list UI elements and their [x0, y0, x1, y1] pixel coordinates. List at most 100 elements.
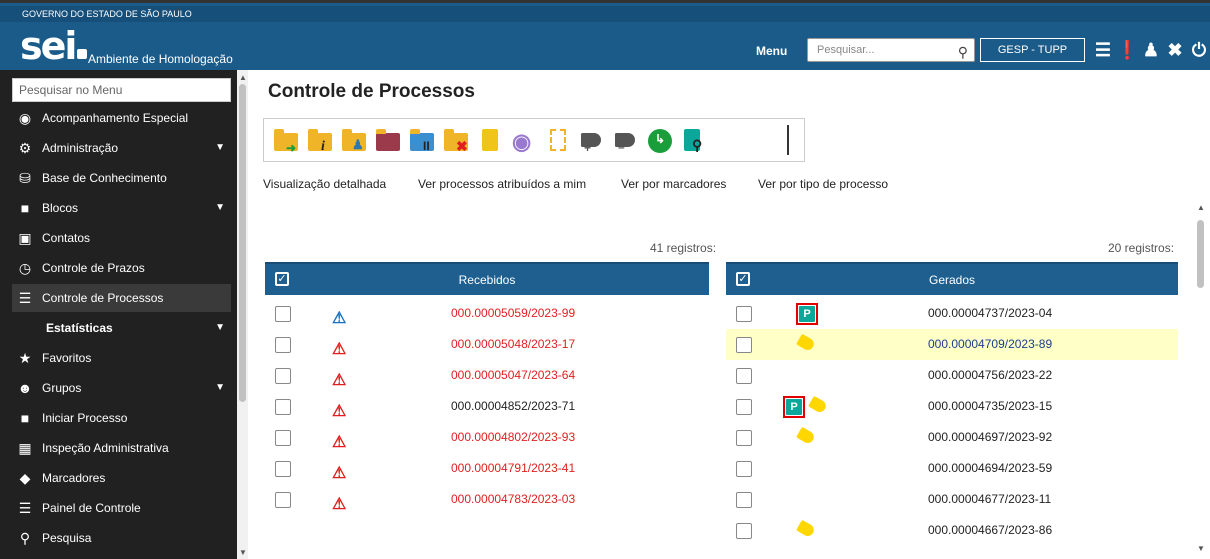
row-checkbox[interactable]: [736, 461, 752, 477]
assign-user-icon[interactable]: ♟: [340, 127, 368, 155]
sidebar-item-marcadores[interactable]: ◆ Marcadores: [12, 464, 231, 492]
sidebar-item-painel-controle[interactable]: ☰ Painel de Controle: [12, 494, 231, 522]
row-checkbox[interactable]: [275, 337, 291, 353]
new-document-icon[interactable]: [544, 127, 572, 155]
search-icon[interactable]: ⚲: [958, 41, 968, 63]
sidebar-item-blocos[interactable]: ■ Blocos ▼: [12, 194, 231, 222]
scroll-up-icon[interactable]: ▲: [1197, 203, 1205, 212]
suspend-icon[interactable]: II: [408, 127, 436, 155]
sidebar-item-inspecao[interactable]: ▦ Inspeção Administrativa: [12, 434, 231, 462]
table-row: ⚠ 000.00005059/2023-99: [265, 298, 709, 329]
row-checkbox[interactable]: [736, 368, 752, 384]
process-number-link[interactable]: 000.00004709/2023-89: [928, 329, 1052, 360]
sidebar-item-label: Administração: [42, 141, 119, 155]
process-number-link[interactable]: 000.00004677/2023-11: [928, 484, 1051, 515]
page-title: Controle de Processos: [268, 81, 475, 102]
search-icon: ⚲: [19, 530, 31, 546]
sidebar-item-grupos[interactable]: ☻ Grupos ▼: [12, 374, 231, 402]
user-icon[interactable]: ♟: [1140, 38, 1162, 62]
menu-search-input[interactable]: Pesquisar no Menu: [12, 78, 231, 102]
process-number-link[interactable]: 000.00005047/2023-64: [451, 360, 575, 391]
tag-icon[interactable]: [808, 395, 828, 415]
row-checkbox[interactable]: [736, 492, 752, 508]
power-icon[interactable]: ⏻: [1188, 38, 1210, 62]
link-assigned-to-me[interactable]: Ver processos atribuídos a mim: [418, 177, 586, 191]
sidebar-scrollbar[interactable]: ▲ ▼: [237, 70, 248, 559]
link-detailed-view[interactable]: Visualização detalhada: [263, 177, 386, 191]
process-number-link[interactable]: 000.00004802/2023-93: [451, 422, 575, 453]
sidebar-item-contatos[interactable]: ▣ Contatos: [12, 224, 231, 252]
process-info-icon[interactable]: i: [306, 127, 334, 155]
row-checkbox[interactable]: [736, 430, 752, 446]
view-icon[interactable]: ◉: [510, 127, 538, 155]
add-tag-icon[interactable]: +: [578, 127, 606, 155]
sidebar-item-iniciar-processo[interactable]: ■ Iniciar Processo: [12, 404, 231, 432]
row-checkbox[interactable]: [275, 461, 291, 477]
sidebar-item-favoritos[interactable]: ★ Favoritos: [12, 344, 231, 372]
sidebar-item-acompanhamento[interactable]: ◉ Acompanhamento Especial: [12, 104, 231, 132]
row-checkbox[interactable]: [275, 430, 291, 446]
tag-icon[interactable]: [796, 426, 816, 446]
tag-icon[interactable]: [796, 333, 816, 353]
process-number-link[interactable]: 000.00004783/2023-03: [451, 484, 575, 515]
process-number-link[interactable]: 000.00004852/2023-71: [451, 391, 575, 422]
unit-selector[interactable]: GESP - TUPP: [980, 38, 1085, 62]
search-input[interactable]: Pesquisar... ⚲: [807, 38, 975, 62]
process-number-link[interactable]: 000.00004735/2023-15: [928, 391, 1052, 422]
row-checkbox[interactable]: [275, 492, 291, 508]
sidebar-item-base-conhecimento[interactable]: ⛁ Base de Conhecimento: [12, 164, 231, 192]
search-process-icon[interactable]: ⚲: [680, 127, 708, 155]
scroll-down-icon[interactable]: ▼: [1197, 544, 1205, 553]
sidebar-item-estatisticas[interactable]: Estatísticas ▼: [12, 314, 231, 342]
government-bar: GOVERNO DO ESTADO DE SÃO PAULO: [0, 6, 1210, 22]
scroll-down-icon[interactable]: ▼: [239, 548, 247, 557]
sidebar-item-pesquisa[interactable]: ⚲ Pesquisa: [12, 524, 231, 552]
process-number-link[interactable]: 000.00004697/2023-92: [928, 422, 1052, 453]
row-checkbox[interactable]: [275, 306, 291, 322]
row-checkbox[interactable]: [275, 399, 291, 415]
tools-icon[interactable]: ✖: [1164, 38, 1186, 62]
warning-icon[interactable]: ⚠: [332, 489, 346, 520]
row-checkbox[interactable]: [736, 337, 752, 353]
close-process-icon[interactable]: ✖: [442, 127, 470, 155]
signed-document-glyph: P: [786, 399, 802, 415]
process-number-link[interactable]: 000.00004694/2023-59: [928, 453, 1052, 484]
menu-toggle-link[interactable]: Menu: [756, 44, 787, 58]
scroll-up-icon[interactable]: ▲: [239, 73, 247, 82]
row-checkbox[interactable]: [736, 523, 752, 539]
note-icon[interactable]: [476, 127, 504, 155]
tag-icon[interactable]: [796, 519, 816, 539]
process-number-link[interactable]: 000.00004737/2023-04: [928, 298, 1052, 329]
sidebar-item-label: Contatos: [42, 231, 91, 245]
row-checkbox[interactable]: [275, 368, 291, 384]
link-by-tags[interactable]: Ver por marcadores: [621, 177, 726, 191]
sei-logo[interactable]: sei: [20, 27, 88, 65]
process-number-link[interactable]: 000.00005048/2023-17: [451, 329, 575, 360]
sidebar-scroll-thumb[interactable]: [239, 84, 246, 402]
toolbar-divider: [787, 125, 789, 155]
signed-document-icon[interactable]: P: [783, 396, 805, 418]
main-scroll-thumb[interactable]: [1197, 220, 1204, 288]
table-row: ⚠ 000.00004852/2023-71: [265, 391, 709, 422]
process-number-link[interactable]: 000.00004791/2023-41: [451, 453, 575, 484]
alert-icon[interactable]: ❗: [1116, 38, 1138, 62]
remove-tag-icon[interactable]: –: [612, 127, 640, 155]
link-by-process-type[interactable]: Ver por tipo de processo: [758, 177, 888, 191]
list-icon[interactable]: ☰: [1092, 38, 1114, 62]
row-checkbox[interactable]: [736, 306, 752, 322]
deadline-icon[interactable]: ↳: [646, 127, 674, 155]
process-number-link[interactable]: 000.00004756/2023-22: [928, 360, 1052, 391]
sidebar-item-administracao[interactable]: ⚙ Administração ▼: [12, 134, 231, 162]
row-checkbox[interactable]: [736, 399, 752, 415]
tag-icon: ◆: [19, 470, 31, 486]
generated-table-title: Gerados: [928, 273, 976, 287]
new-process-icon[interactable]: ➜: [272, 127, 300, 155]
sidebar-item-controle-prazos[interactable]: ◷ Controle de Prazos: [12, 254, 231, 282]
process-number-link[interactable]: 000.00005059/2023-99: [451, 298, 575, 329]
signed-document-icon[interactable]: P: [796, 303, 818, 325]
sidebar-item-controle-processos[interactable]: ☰ Controle de Processos: [12, 284, 231, 312]
main-scrollbar[interactable]: ▲ ▼: [1193, 195, 1209, 559]
process-number-link[interactable]: 000.00004667/2023-86: [928, 515, 1052, 546]
sidebar-item-label: Acompanhamento Especial: [42, 111, 189, 125]
add-to-block-icon[interactable]: +: [374, 127, 402, 155]
